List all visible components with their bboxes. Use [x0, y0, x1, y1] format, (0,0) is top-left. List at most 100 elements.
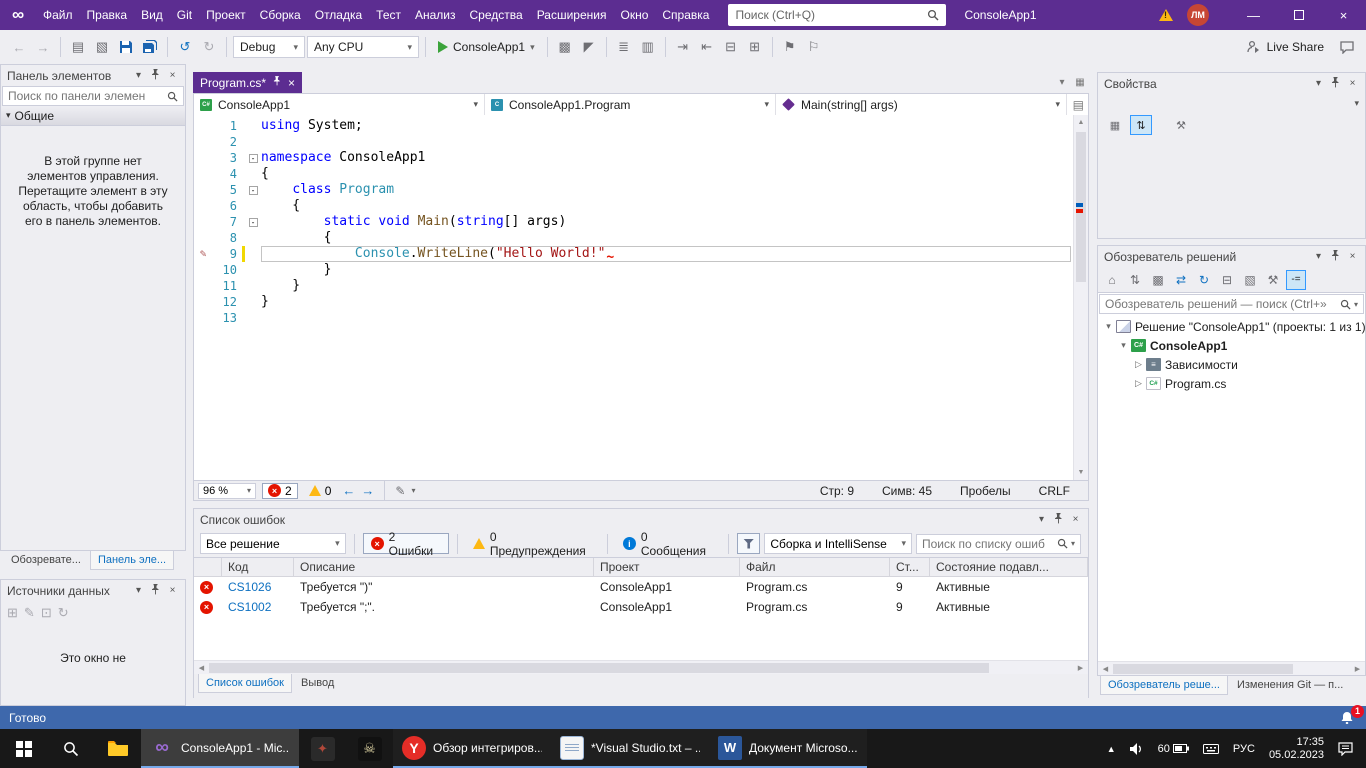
pin-icon[interactable] [147, 69, 164, 83]
scrollbar-thumb[interactable] [209, 663, 989, 673]
tab-program-cs[interactable]: Program.cs* × [193, 72, 302, 93]
switch-views-icon[interactable]: ⇅ [1125, 270, 1145, 290]
solution-configuration-dropdown[interactable]: Debug▾ [233, 36, 305, 58]
type-dropdown[interactable]: C ConsoleApp1.Program ▾ [485, 94, 776, 115]
refresh-icon[interactable]: ↻ [1194, 270, 1214, 290]
menu-item[interactable]: Сборка [253, 0, 308, 30]
collapse-icon[interactable]: - [249, 154, 258, 163]
outline-icon[interactable]: ▥ [637, 36, 659, 58]
error-description-cell[interactable]: Требуется ";". [294, 597, 594, 617]
taskbar-app-browser[interactable]: Y Обзор интегриров... [393, 729, 551, 768]
object-dropdown[interactable]: ▾ [1098, 94, 1365, 112]
edit-data-source-icon[interactable]: ✎ [24, 605, 35, 621]
menu-item[interactable]: Вид [134, 0, 170, 30]
status-spaces[interactable]: Пробелы [960, 484, 1011, 498]
fold-marker[interactable]: - [245, 182, 261, 198]
close-button[interactable]: × [1321, 0, 1366, 30]
tab-output[interactable]: Вывод [294, 674, 341, 692]
close-icon[interactable]: × [1344, 251, 1361, 262]
tab-git-changes[interactable]: Изменения Git — п... [1230, 676, 1350, 694]
scrollbar-thumb[interactable] [1113, 664, 1293, 674]
code-line[interactable]: 8 { [194, 230, 1088, 246]
taskbar-game-1-button[interactable]: ✦ [299, 729, 346, 768]
indent-icon[interactable]: ⇥ [672, 36, 694, 58]
editor-vertical-scrollbar[interactable]: ▲ ▼ [1073, 115, 1088, 480]
scope-dropdown[interactable]: Все решение ▾ [200, 533, 346, 554]
new-file-icon[interactable]: ▤ [67, 36, 89, 58]
menu-item[interactable]: Тест [369, 0, 408, 30]
menu-item[interactable]: Файл [36, 0, 80, 30]
error-line-cell[interactable]: 9 [890, 597, 930, 617]
add-data-source-icon[interactable]: ⊞ [7, 605, 18, 621]
code-line[interactable]: 12} [194, 294, 1088, 310]
properties-icon[interactable]: ⚒ [1263, 270, 1283, 290]
error-code-cell[interactable]: CS1026 [222, 577, 294, 597]
bookmark-icon[interactable]: ⚑ [779, 36, 801, 58]
close-icon[interactable]: × [1067, 514, 1084, 525]
tree-item[interactable]: ▾Решение "ConsoleApp1" (проекты: 1 из 1) [1098, 317, 1365, 336]
tree-item[interactable]: ▷≡Зависимости [1098, 355, 1365, 374]
editor-warning-count[interactable]: 0 [304, 483, 337, 499]
messages-filter-button[interactable]: i 0 Сообщения [616, 533, 720, 554]
menu-item[interactable]: Анализ [408, 0, 463, 30]
language-indicator[interactable]: РУС [1226, 743, 1262, 755]
scroll-right-icon[interactable]: ▶ [1350, 665, 1365, 673]
uncomment-icon[interactable]: ⊞ [744, 36, 766, 58]
scroll-left-icon[interactable]: ◀ [1098, 665, 1113, 673]
alphabetical-sort-icon[interactable]: ⇅ [1130, 115, 1152, 135]
taskbar-app-visual-studio[interactable]: ∞ ConsoleApp1 - Mic... [141, 729, 299, 768]
solution-explorer-horizontal-scrollbar[interactable]: ◀ ▶ [1098, 661, 1365, 675]
pin-icon[interactable] [273, 76, 281, 89]
tab-server-explorer[interactable]: Обозревате... [4, 551, 88, 569]
warnings-filter-button[interactable]: 0 Предупреждения [466, 533, 599, 554]
menu-item[interactable]: Окно [613, 0, 655, 30]
minimize-button[interactable]: — [1231, 0, 1276, 30]
pending-changes-filter-icon[interactable]: ▩ [1148, 270, 1168, 290]
tree-item[interactable]: ▾C#ConsoleApp1 [1098, 336, 1365, 355]
scroll-down-icon[interactable]: ▼ [1074, 465, 1088, 480]
menu-item[interactable]: Средства [463, 0, 530, 30]
feedback-icon[interactable] [1336, 36, 1358, 58]
chevron-down-icon[interactable]: ▾ [130, 585, 147, 596]
start-button[interactable] [0, 729, 47, 768]
menu-item[interactable]: Правка [80, 0, 135, 30]
code-line[interactable]: 1using System; [194, 118, 1088, 134]
code-line[interactable]: 6 { [194, 198, 1088, 214]
live-share-button[interactable]: Live Share [1247, 40, 1324, 54]
column-header[interactable]: Проект [594, 558, 740, 576]
close-icon[interactable]: × [164, 70, 181, 81]
error-project-cell[interactable]: ConsoleApp1 [594, 597, 740, 617]
column-header[interactable]: Состояние подавл... [930, 558, 1088, 576]
code-line[interactable]: 13 [194, 310, 1088, 326]
data-sources-header[interactable]: Источники данных ▾ × [1, 580, 185, 601]
quick-actions-icon[interactable]: ◤ [578, 36, 600, 58]
error-file-cell[interactable]: Program.cs [740, 577, 890, 597]
taskbar-app-notepad[interactable]: *Visual Studio.txt – ... [551, 729, 709, 768]
tab-list-chevron-icon[interactable]: ▾ [1053, 72, 1071, 93]
taskbar-game-2-button[interactable]: ☠ [346, 729, 393, 768]
notification-warning-icon[interactable]: ! [1159, 9, 1173, 21]
next-issue-icon[interactable]: → [361, 483, 374, 498]
configure-icon[interactable]: ⊡ [41, 605, 52, 621]
error-project-cell[interactable]: ConsoleApp1 [594, 577, 740, 597]
open-file-icon[interactable]: ▧ [91, 36, 113, 58]
window-options-icon[interactable]: ▦ [1071, 72, 1089, 93]
error-description-cell[interactable]: Требуется ")" [294, 577, 594, 597]
show-all-files-icon[interactable]: ▧ [1240, 270, 1260, 290]
error-row[interactable]: ×CS1026Требуется ")"ConsoleApp1Program.c… [194, 577, 1088, 597]
error-list-search-box[interactable]: Поиск по списку ошиб ▾ [916, 534, 1081, 554]
properties-header[interactable]: Свойства ▾ × [1098, 73, 1365, 94]
column-header[interactable]: Ст... [890, 558, 930, 576]
code-line[interactable]: 2 [194, 134, 1088, 150]
menu-item[interactable]: Проект [199, 0, 253, 30]
column-header[interactable]: Файл [740, 558, 890, 576]
tray-expand-icon[interactable]: ▲ [1100, 744, 1123, 754]
code-line[interactable]: ✎9 Console.WriteLine("Hello World!"~ [194, 246, 1088, 262]
chevron-down-icon[interactable]: ▾ [1310, 251, 1327, 262]
menu-item[interactable]: Расширения [530, 0, 614, 30]
preview-selected-items-icon[interactable]: -= [1286, 270, 1306, 290]
refresh-icon[interactable]: ↻ [58, 605, 69, 621]
status-eol[interactable]: CRLF [1039, 484, 1070, 498]
quick-search-box[interactable]: Поиск (Ctrl+Q) [728, 4, 946, 26]
find-in-files-icon[interactable]: ≣ [613, 36, 635, 58]
